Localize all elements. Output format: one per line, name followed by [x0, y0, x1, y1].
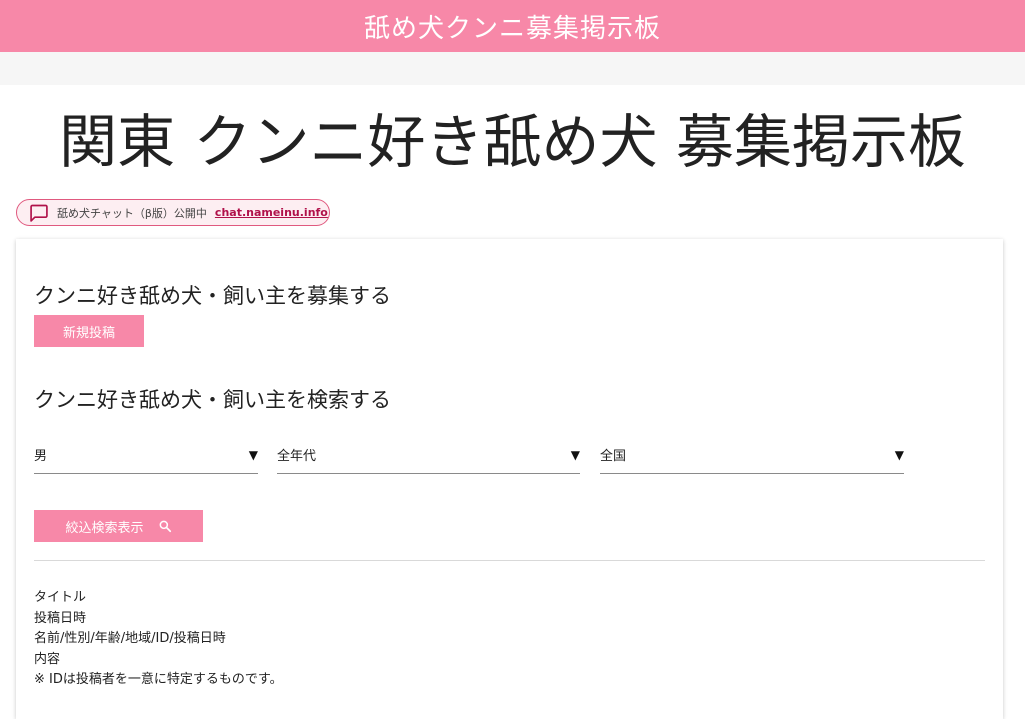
- recruit-heading: クンニ好き舐め犬・飼い主を募集する: [34, 284, 391, 308]
- gender-select-value: 男: [34, 449, 48, 464]
- board-card: クンニ好き舐め犬・飼い主を募集する 新規投稿 クンニ好き舐め犬・飼い主を検索する…: [16, 239, 1003, 719]
- divider: [34, 560, 985, 561]
- age-select-value: 全年代: [277, 449, 317, 464]
- dropdown-arrow-icon: ▼: [248, 447, 258, 462]
- age-select[interactable]: 全年代 ▼: [277, 436, 580, 474]
- site-header: 舐め犬クンニ募集掲示板: [0, 0, 1025, 52]
- chat-bubble-icon: [29, 203, 49, 223]
- search-heading: クンニ好き舐め犬・飼い主を検索する: [34, 388, 391, 412]
- filter-search-label: 絞込検索表示: [65, 519, 144, 535]
- legend-title-line: タイトル: [34, 590, 87, 605]
- chat-link[interactable]: chat.nameinu.info: [215, 206, 328, 219]
- legend-id-note: ※ IDは投稿者を一意に特定するものです。: [34, 672, 283, 687]
- new-post-button[interactable]: 新規投稿: [34, 315, 144, 347]
- legend-meta-line: 名前/性別/年齢/地域/ID/投稿日時: [34, 631, 226, 646]
- sub-navbar: [0, 52, 1025, 85]
- dropdown-arrow-icon: ▼: [894, 447, 904, 462]
- gender-select[interactable]: 男 ▼: [34, 436, 258, 474]
- region-select[interactable]: 全国 ▼: [600, 436, 904, 474]
- dropdown-arrow-icon: ▼: [570, 447, 580, 462]
- filter-search-button[interactable]: 絞込検索表示: [34, 510, 203, 542]
- chat-banner-text: 舐め犬チャット（β版）公開中: [57, 206, 207, 220]
- site-title[interactable]: 舐め犬クンニ募集掲示板: [364, 8, 661, 45]
- post-format-legend: タイトル 投稿日時 名前/性別/年齢/地域/ID/投稿日時 内容 ※ IDは投稿…: [34, 588, 283, 691]
- page-title: 関東 クンニ好き舐め犬 募集掲示板: [59, 108, 966, 176]
- search-icon: [158, 519, 172, 533]
- chat-banner[interactable]: 舐め犬チャット（β版）公開中 chat.nameinu.info: [16, 199, 330, 226]
- region-select-value: 全国: [600, 449, 627, 464]
- legend-content-line: 内容: [34, 651, 61, 667]
- legend-date-line: 投稿日時: [34, 610, 87, 626]
